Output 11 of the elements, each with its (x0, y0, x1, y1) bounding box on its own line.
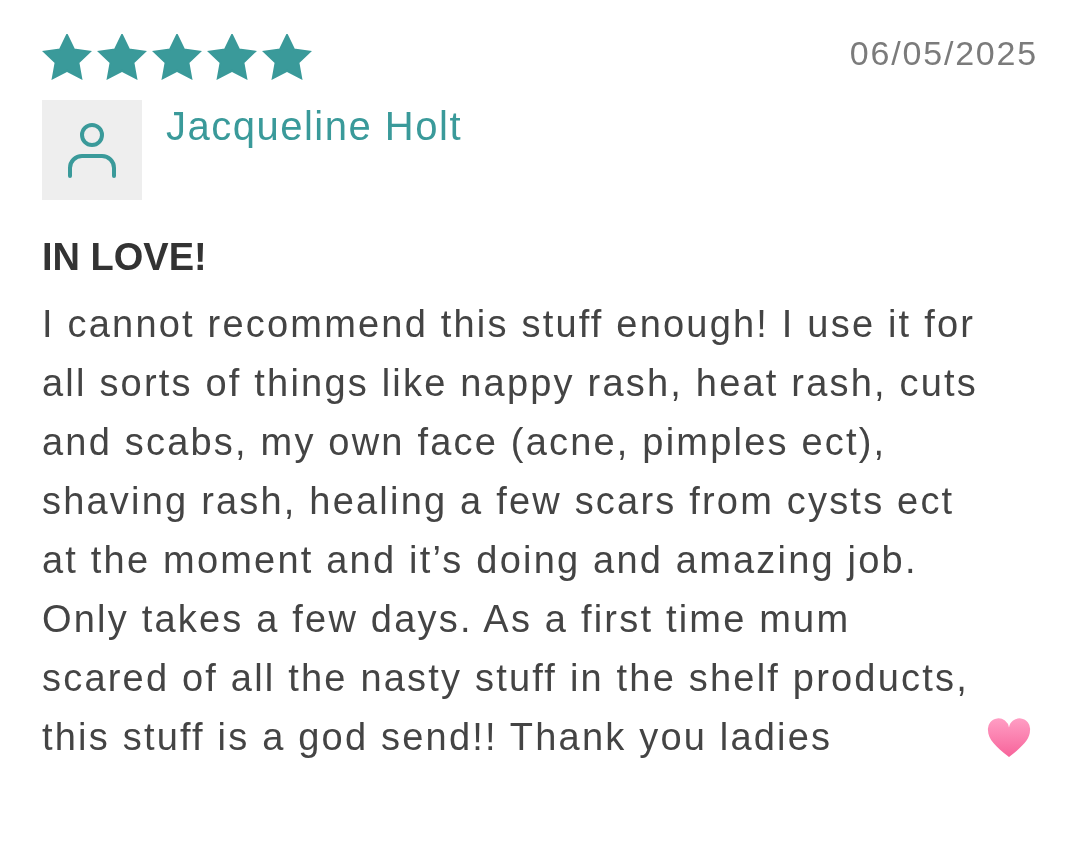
star-icon (97, 34, 147, 80)
star-icon (262, 34, 312, 80)
reviewer-name: Jacqueline Holt (166, 104, 462, 149)
heart-icon (986, 717, 1032, 759)
review-date: 06/05/2025 (849, 34, 1038, 73)
review-title: IN LOVE! (42, 236, 208, 279)
user-icon (66, 122, 118, 178)
star-icon (152, 34, 202, 80)
star-icon (207, 34, 257, 80)
review-text: I cannot recommend this stuff enough! I use it for all sorts of things like nappy rash, heat rash, cuts and scabs, my own face (acne, pimples ect), shaving rash, healing a few scars from cysts ect at the moment and it’s doing and amazing job. Only takes a few days. As a first time mum scared of all the nasty stuff in the shelf products, this stuff is a god send!! Thank you ladies (42, 302, 980, 760)
star-icon (42, 34, 92, 80)
